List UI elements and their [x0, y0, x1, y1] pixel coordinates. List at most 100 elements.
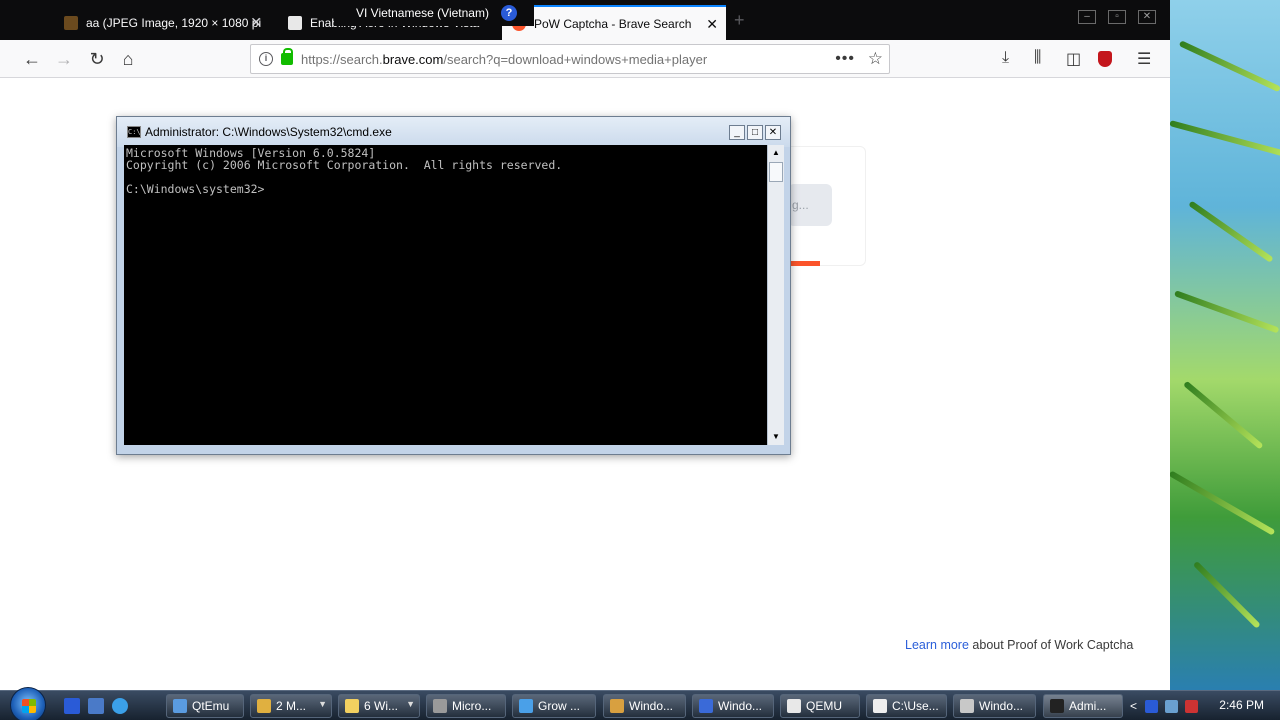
taskbar-item-label: QtEmu — [192, 699, 230, 713]
taskbar-item[interactable]: Windo... — [953, 694, 1036, 718]
taskbar-item[interactable]: Grow ... — [512, 694, 596, 718]
tab-title: PoW Captcha - Brave Search — [534, 16, 692, 31]
reload-icon[interactable]: ↻ — [84, 46, 110, 72]
scroll-thumb[interactable] — [769, 162, 783, 182]
tab-title: aa (JPEG Image, 1920 × 1080 pi — [86, 15, 262, 30]
taskbar-item-label: Admi... — [1069, 699, 1107, 713]
group-dropdown-icon[interactable]: ▼ — [318, 699, 327, 709]
close-icon[interactable]: ✕ — [706, 17, 718, 31]
internet-explorer-icon[interactable] — [112, 698, 128, 714]
volume-muted-icon[interactable] — [1185, 699, 1199, 713]
window-close-button[interactable]: ✕ — [1138, 10, 1156, 24]
taskbar-app-icon — [1050, 699, 1064, 713]
info-icon[interactable]: i — [259, 52, 273, 66]
url-bar[interactable]: i https://search.brave.com/search?q=down… — [250, 44, 890, 74]
minimize-button[interactable]: – — [1078, 10, 1096, 24]
taskbar-app-icon — [433, 699, 447, 713]
wallpaper-leaf — [1170, 120, 1280, 157]
cmd-console-output[interactable]: Microsoft Windows [Version 6.0.5824] Cop… — [124, 145, 767, 445]
image-icon — [64, 15, 78, 30]
scroll-down-arrow-icon[interactable]: ▼ — [768, 429, 784, 445]
bookmark-star-icon[interactable]: ☆ — [868, 49, 883, 69]
wallpaper-leaf — [1178, 40, 1280, 93]
library-icon[interactable]: ⫼ — [1034, 49, 1041, 67]
taskbar-item-label: Grow ... — [538, 699, 581, 713]
taskbar-item-label: C:\Use... — [892, 699, 939, 713]
show-desktop-icon[interactable] — [64, 698, 80, 714]
tray-app-icon[interactable] — [1145, 699, 1159, 713]
close-icon[interactable]: ✕ — [250, 15, 262, 29]
forward-arrow-icon[interactable]: → — [51, 46, 77, 72]
taskbar-item[interactable]: QEMU — [780, 694, 860, 718]
url-prefix: https://search. — [301, 51, 383, 67]
taskbar-item[interactable]: Windo... — [692, 694, 774, 718]
cmd-close-button[interactable]: ✕ — [765, 125, 781, 140]
start-button[interactable] — [10, 687, 46, 720]
taskbar-item-label: 6 Wi... — [364, 699, 399, 713]
tab-pow-captcha[interactable]: PoW Captcha - Brave Search ✕ — [502, 5, 726, 40]
back-arrow-icon[interactable]: ← — [19, 46, 45, 72]
wallpaper-leaf — [1170, 470, 1276, 536]
new-tab-button[interactable]: + — [734, 10, 745, 31]
tray-expand-icon[interactable]: < — [1130, 699, 1137, 713]
group-dropdown-icon[interactable]: ▼ — [406, 699, 415, 709]
taskbar-app-icon — [173, 699, 187, 713]
taskbar-app-icon — [699, 699, 713, 713]
taskbar-item-label: Windo... — [979, 699, 1024, 713]
wallpaper-leaf — [1192, 560, 1261, 629]
taskbar: QtEmu 2 M... ▼ 6 Wi... ▼ Micro... Grow ... Wind… — [0, 687, 1280, 720]
captcha-progress-bar — [790, 261, 820, 266]
scroll-up-arrow-icon[interactable]: ▲ — [768, 145, 784, 161]
clock[interactable]: 2:46 PM — [1219, 698, 1264, 712]
taskbar-item-label: 2 M... — [276, 699, 307, 713]
taskbar-app-icon — [610, 699, 624, 713]
help-icon[interactable]: ? — [500, 5, 517, 21]
cmd-titlebar[interactable]: C:\ Administrator: C:\Windows\System32\c… — [117, 117, 790, 147]
cmd-app-icon: C:\ — [127, 126, 141, 138]
captcha-button[interactable]: g... — [788, 184, 832, 226]
switch-windows-icon[interactable] — [88, 698, 104, 714]
learn-more-text: about Proof of Work Captcha — [968, 638, 1134, 652]
taskbar-item[interactable]: Admi... — [1043, 694, 1123, 718]
taskbar-item[interactable]: 2 M... ▼ — [250, 694, 332, 718]
taskbar-app-icon — [345, 699, 359, 713]
taskbar-app-icon — [873, 699, 887, 713]
desktop-wallpaper — [1170, 0, 1280, 690]
network-icon[interactable] — [1165, 699, 1179, 713]
tab-jpeg-image[interactable]: aa (JPEG Image, 1920 × 1080 pi ✕ — [54, 5, 270, 40]
tab-bar: aa (JPEG Image, 1920 × 1080 pi ✕ Enablin… — [0, 0, 1170, 40]
home-icon[interactable]: ⌂ — [115, 46, 141, 72]
taskbar-item[interactable]: QtEmu — [166, 694, 244, 718]
cmd-window[interactable]: C:\ Administrator: C:\Windows\System32\c… — [116, 116, 791, 455]
site-icon — [288, 15, 302, 30]
learn-more-link[interactable]: Learn more — [905, 638, 969, 652]
taskbar-item[interactable]: Windo... — [603, 694, 686, 718]
cmd-scrollbar[interactable]: ▲ ▼ — [767, 145, 784, 445]
taskbar-app-icon — [960, 699, 974, 713]
url-path: /search?q=download+windows+media+player — [443, 51, 708, 67]
wallpaper-leaf — [1173, 290, 1280, 334]
download-icon[interactable]: ⤓ — [1002, 49, 1009, 67]
taskbar-app-icon — [787, 699, 801, 713]
taskbar-item-label: Windo... — [718, 699, 763, 713]
taskbar-app-icon — [257, 699, 271, 713]
maximize-button[interactable]: ▫ — [1108, 10, 1126, 24]
navigation-toolbar: ← → ↻ ⌂ i https://search.brave.com/searc… — [0, 40, 1170, 78]
url-text[interactable]: https://search.brave.com/search?q=downlo… — [301, 52, 707, 67]
ime-language-popup[interactable]: VI Vietnamese (Vietnam) ? — [334, 0, 534, 26]
taskbar-item[interactable]: C:\Use... — [866, 694, 947, 718]
menu-hamburger-icon[interactable]: ☰ — [1137, 49, 1151, 69]
taskbar-item[interactable]: Micro... — [426, 694, 506, 718]
wallpaper-leaf — [1188, 200, 1274, 263]
cmd-minimize-button[interactable]: _ — [729, 125, 745, 140]
ublock-shield-icon[interactable] — [1098, 51, 1112, 67]
cmd-maximize-button[interactable]: □ — [747, 125, 763, 140]
taskbar-item[interactable]: 6 Wi... ▼ — [338, 694, 420, 718]
taskbar-item-label: Micro... — [452, 699, 492, 713]
learn-more-line: Learn more about Proof of Work Captcha — [905, 638, 1133, 652]
page-actions-icon[interactable]: ••• — [835, 50, 855, 68]
sidebar-icon[interactable]: ◫ — [1066, 49, 1081, 69]
ime-language-label: VI Vietnamese (Vietnam) — [356, 6, 489, 20]
lock-icon — [281, 48, 293, 65]
taskbar-item-label: Windo... — [629, 699, 674, 713]
